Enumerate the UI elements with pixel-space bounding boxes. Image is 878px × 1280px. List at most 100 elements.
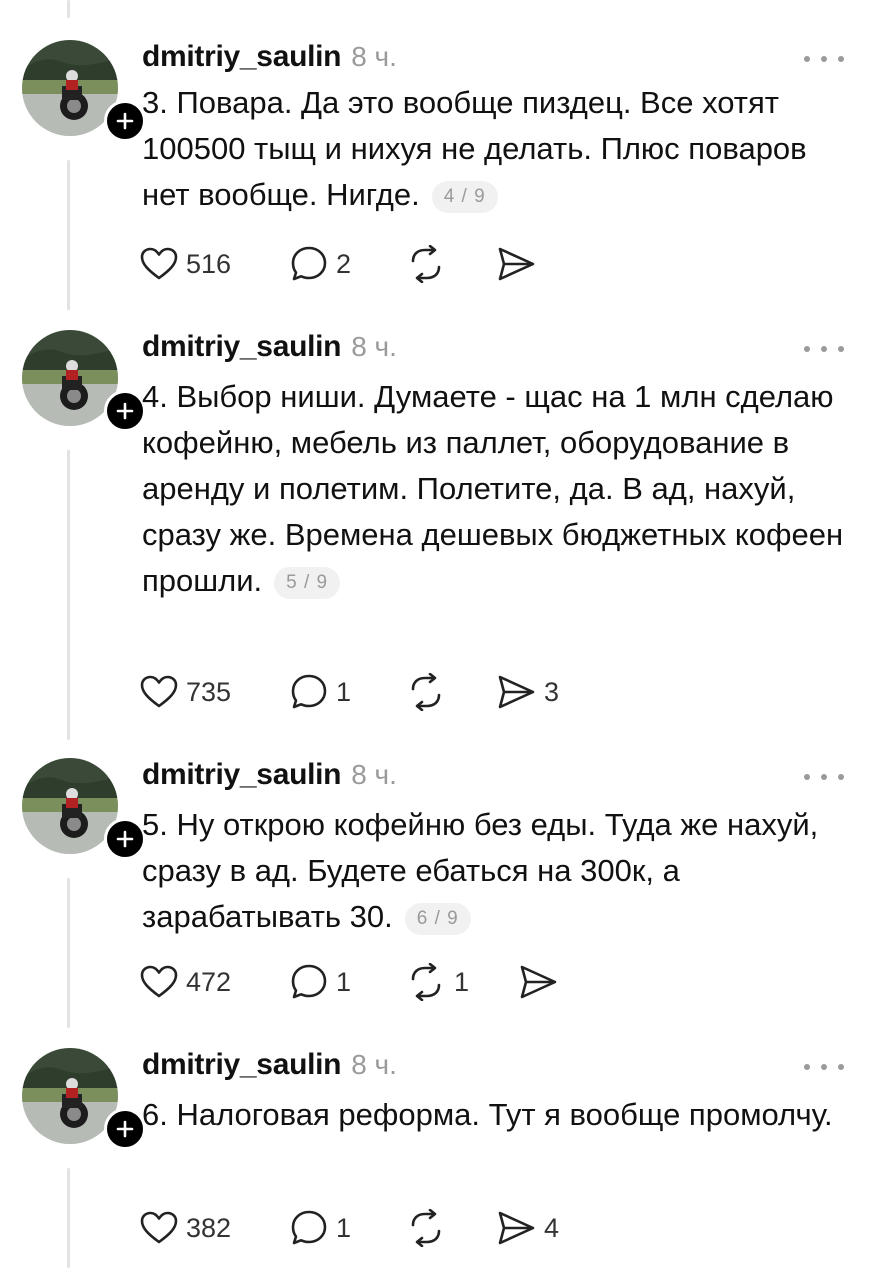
paper-plane-icon bbox=[498, 247, 535, 281]
more-dots-icon bbox=[804, 1064, 810, 1070]
more-dots-icon bbox=[838, 346, 844, 352]
follow-button[interactable] bbox=[104, 390, 146, 432]
username[interactable]: dmitriy_saulin bbox=[142, 758, 342, 792]
paper-plane-icon bbox=[520, 965, 557, 999]
post-body: 6. Налоговая реформа. Тут я вообще промо… bbox=[142, 1097, 833, 1132]
paper-plane-icon bbox=[498, 675, 535, 709]
plus-icon bbox=[116, 112, 134, 130]
more-options-button[interactable] bbox=[804, 770, 844, 784]
more-dots-icon bbox=[838, 56, 844, 62]
repost-button[interactable] bbox=[406, 242, 446, 286]
speech-bubble-icon bbox=[291, 246, 327, 281]
post-actions: 516 2 bbox=[140, 242, 640, 286]
more-options-button[interactable] bbox=[804, 1060, 844, 1074]
share-count: 3 bbox=[544, 676, 560, 707]
comment-button[interactable]: 1 bbox=[290, 670, 351, 714]
like-button[interactable]: 735 bbox=[140, 670, 231, 714]
more-dots-icon bbox=[804, 56, 810, 62]
more-dots-icon bbox=[804, 774, 810, 780]
heart-icon bbox=[140, 1211, 178, 1244]
follow-button[interactable] bbox=[104, 818, 146, 860]
more-dots-icon bbox=[838, 774, 844, 780]
share-button[interactable]: 4 bbox=[496, 1206, 559, 1250]
like-count: 472 bbox=[186, 966, 232, 997]
more-dots-icon bbox=[838, 1064, 844, 1070]
plus-icon bbox=[116, 402, 134, 420]
more-dots-icon bbox=[821, 346, 827, 352]
thread-line-3 bbox=[67, 878, 70, 1028]
username[interactable]: dmitriy_saulin bbox=[142, 1048, 342, 1082]
plus-icon bbox=[116, 1120, 134, 1138]
like-count: 382 bbox=[186, 1212, 232, 1243]
speech-bubble-icon bbox=[291, 964, 327, 999]
paper-plane-icon bbox=[498, 1211, 535, 1245]
timestamp: 8 ч. bbox=[351, 331, 397, 362]
like-count: 516 bbox=[186, 248, 232, 279]
more-dots-icon bbox=[821, 774, 827, 780]
post-text: 6. Налоговая реформа. Тут я вообще промо… bbox=[142, 1092, 852, 1138]
plus-icon bbox=[116, 830, 134, 848]
repost-button[interactable]: 1 bbox=[406, 960, 469, 1004]
more-options-button[interactable] bbox=[804, 342, 844, 356]
heart-icon bbox=[140, 675, 178, 708]
username[interactable]: dmitriy_saulin bbox=[142, 40, 342, 74]
post-actions: 382 1 4 bbox=[140, 1206, 640, 1250]
follow-button[interactable] bbox=[104, 1108, 146, 1150]
comment-button[interactable]: 1 bbox=[290, 1206, 351, 1250]
comment-count: 1 bbox=[336, 966, 352, 997]
speech-bubble-icon bbox=[291, 674, 327, 709]
repost-arrows-icon bbox=[411, 245, 441, 283]
like-button[interactable]: 516 bbox=[140, 242, 231, 286]
more-dots-icon bbox=[821, 56, 827, 62]
heart-icon bbox=[140, 247, 178, 280]
comment-button[interactable]: 1 bbox=[290, 960, 351, 1004]
share-count: 4 bbox=[544, 1212, 560, 1243]
post-header: dmitriy_saulin 8 ч. bbox=[142, 40, 397, 80]
thread-counter: 6 / 9 bbox=[404, 903, 471, 935]
follow-button[interactable] bbox=[104, 100, 146, 142]
post-text: 5. Ну открою кофейню без еды. Туда же на… bbox=[142, 802, 852, 940]
speech-bubble-icon bbox=[291, 1210, 327, 1245]
timestamp: 8 ч. bbox=[351, 1049, 397, 1080]
like-count: 735 bbox=[186, 676, 232, 707]
heart-icon bbox=[140, 965, 178, 998]
post-body: 4. Выбор ниши. Думаете - щас на 1 млн сд… bbox=[142, 379, 844, 598]
more-dots-icon bbox=[804, 346, 810, 352]
timestamp: 8 ч. bbox=[351, 759, 397, 790]
more-dots-icon bbox=[821, 1064, 827, 1070]
share-button[interactable] bbox=[496, 242, 536, 286]
repost-count: 1 bbox=[454, 966, 470, 997]
avatar[interactable] bbox=[22, 40, 146, 142]
comment-button[interactable]: 2 bbox=[290, 242, 351, 286]
more-options-button[interactable] bbox=[804, 52, 844, 66]
thread-counter: 5 / 9 bbox=[274, 567, 341, 599]
post-actions: 735 1 3 bbox=[140, 670, 640, 714]
timestamp: 8 ч. bbox=[351, 41, 397, 72]
share-button[interactable] bbox=[518, 960, 558, 1004]
repost-button[interactable] bbox=[406, 670, 446, 714]
post-actions: 472 1 1 bbox=[140, 960, 640, 1004]
thread-line-4 bbox=[67, 1168, 70, 1268]
repost-arrows-icon bbox=[411, 963, 441, 1001]
like-button[interactable]: 382 bbox=[140, 1206, 231, 1250]
like-button[interactable]: 472 bbox=[140, 960, 231, 1004]
post-body: 5. Ну открою кофейню без еды. Туда же на… bbox=[142, 807, 819, 934]
thread-line-top bbox=[67, 0, 70, 18]
repost-arrows-icon bbox=[411, 673, 441, 711]
thread-counter: 4 / 9 bbox=[431, 181, 498, 213]
comment-count: 1 bbox=[336, 676, 352, 707]
post-header: dmitriy_saulin 8 ч. bbox=[142, 330, 397, 370]
comment-count: 2 bbox=[336, 248, 352, 279]
comment-count: 1 bbox=[336, 1212, 352, 1243]
avatar[interactable] bbox=[22, 758, 146, 860]
username[interactable]: dmitriy_saulin bbox=[142, 330, 342, 364]
post-text: 4. Выбор ниши. Думаете - щас на 1 млн сд… bbox=[142, 374, 852, 604]
thread-line-1 bbox=[67, 160, 70, 310]
repost-arrows-icon bbox=[411, 1209, 441, 1247]
avatar[interactable] bbox=[22, 1048, 146, 1150]
post-text: 3. Повара. Да это вообще пиздец. Все хот… bbox=[142, 80, 852, 218]
post-header: dmitriy_saulin 8 ч. bbox=[142, 758, 397, 798]
share-button[interactable]: 3 bbox=[496, 670, 559, 714]
repost-button[interactable] bbox=[406, 1206, 446, 1250]
avatar[interactable] bbox=[22, 330, 146, 432]
